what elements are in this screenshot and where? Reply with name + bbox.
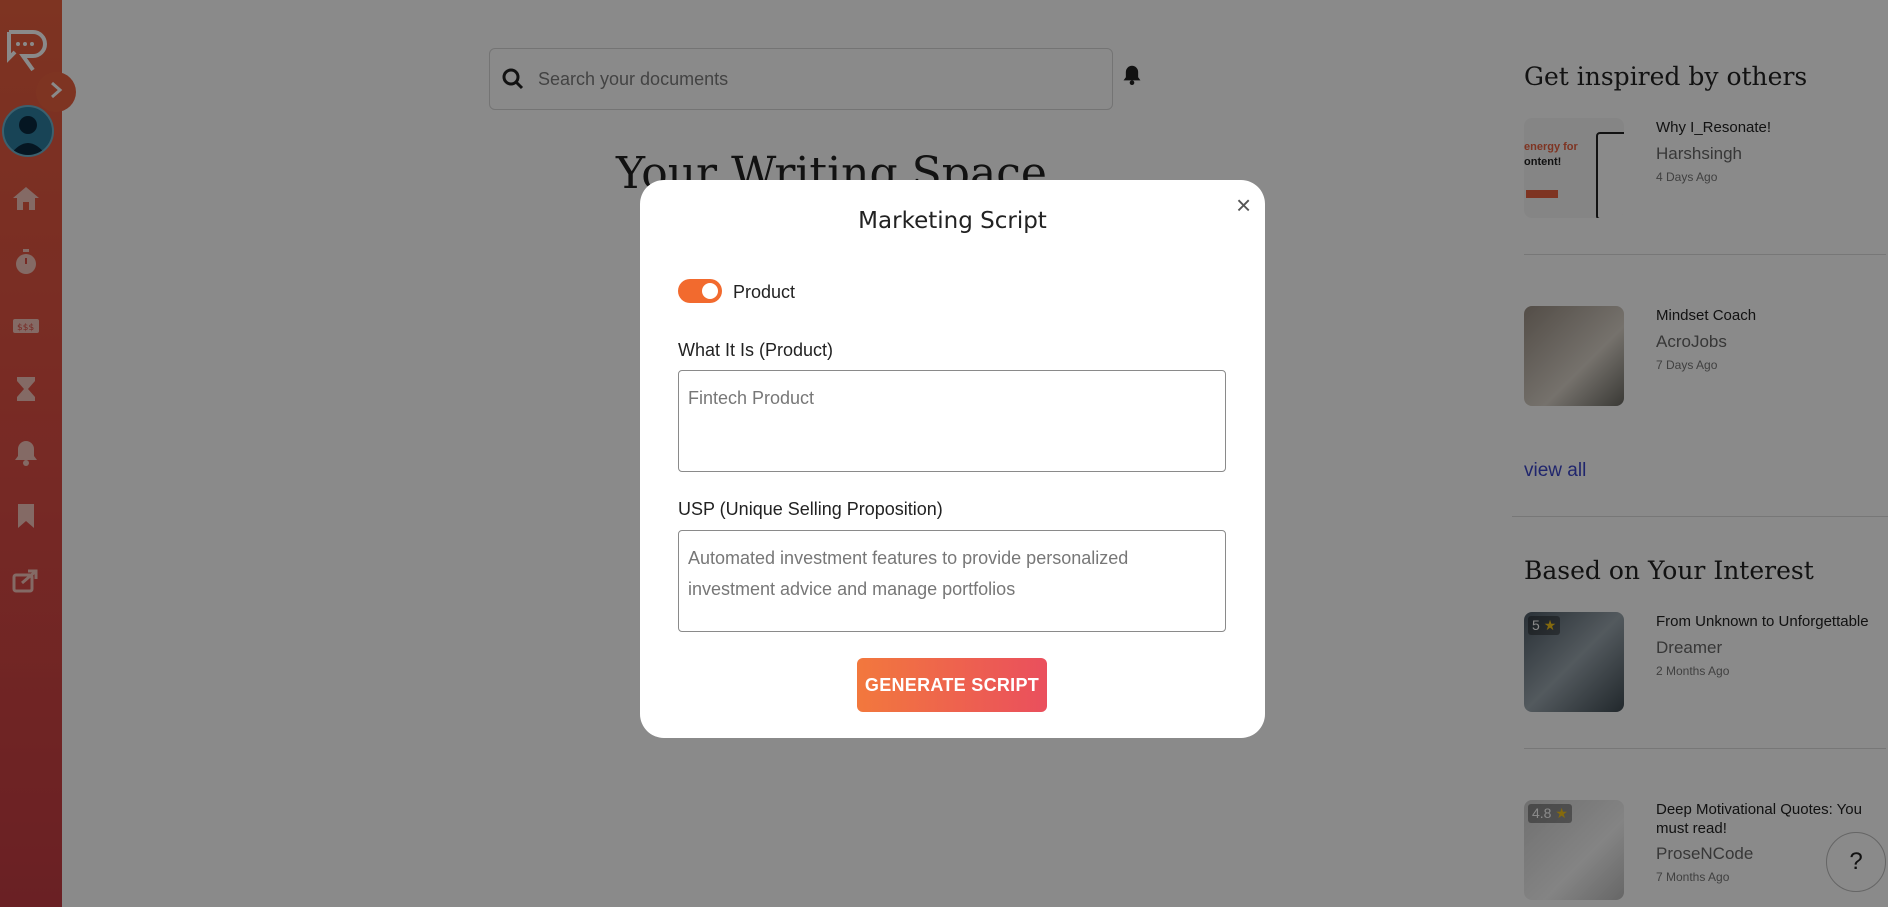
product-textarea[interactable]: Fintech Product: [678, 370, 1226, 472]
marketing-script-modal: × Marketing Script Product What It Is (P…: [640, 180, 1265, 738]
product-toggle[interactable]: [678, 279, 722, 303]
toggle-label: Product: [733, 282, 796, 302]
usp-label: USP (Unique Selling Proposition): [678, 499, 943, 519]
toggle-knob: [702, 283, 718, 299]
product-label: What It Is (Product): [678, 340, 834, 360]
usp-textarea[interactable]: Automated investment features to provide…: [678, 530, 1226, 632]
generate-script-button[interactable]: GENERATE SCRIPT: [857, 658, 1047, 712]
modal-title: Marketing Script: [858, 208, 1047, 234]
